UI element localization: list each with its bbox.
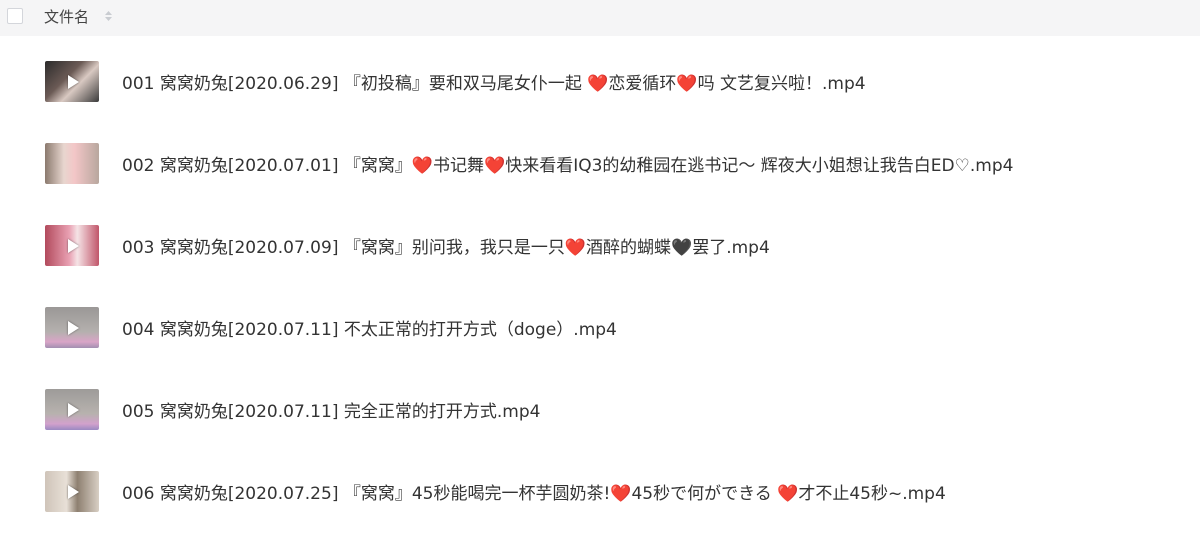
play-icon (68, 484, 79, 499)
column-title-filename[interactable]: 文件名 (44, 7, 89, 27)
video-thumbnail[interactable] (45, 471, 99, 512)
video-thumbnail[interactable] (45, 61, 99, 102)
file-row[interactable]: 002 窝窝奶兔[2020.07.01] 『窝窝』❤️书记舞❤️快来看看IQ3的… (0, 118, 1200, 200)
file-name[interactable]: 005 窝窝奶兔[2020.07.11] 完全正常的打开方式.mp4 (122, 401, 540, 423)
video-thumbnail[interactable] (45, 143, 99, 184)
file-row[interactable]: 003 窝窝奶兔[2020.07.09] 『窝窝』别问我，我只是一只❤️酒醉的蝴… (0, 200, 1200, 282)
file-name[interactable]: 004 窝窝奶兔[2020.07.11] 不太正常的打开方式（doge）.mp4 (122, 319, 617, 341)
file-name[interactable]: 001 窝窝奶兔[2020.06.29] 『初投稿』要和双马尾女仆一起 ❤️恋爱… (122, 73, 866, 95)
file-row[interactable]: 005 窝窝奶兔[2020.07.11] 完全正常的打开方式.mp4 (0, 364, 1200, 446)
play-icon (68, 402, 79, 417)
file-name[interactable]: 002 窝窝奶兔[2020.07.01] 『窝窝』❤️书记舞❤️快来看看IQ3的… (122, 155, 1013, 177)
file-row[interactable]: 001 窝窝奶兔[2020.06.29] 『初投稿』要和双马尾女仆一起 ❤️恋爱… (0, 36, 1200, 118)
table-header: 文件名 (0, 0, 1200, 36)
video-thumbnail[interactable] (45, 225, 99, 266)
play-icon (68, 74, 79, 89)
file-name[interactable]: 003 窝窝奶兔[2020.07.09] 『窝窝』别问我，我只是一只❤️酒醉的蝴… (122, 237, 770, 259)
file-row[interactable]: 004 窝窝奶兔[2020.07.11] 不太正常的打开方式（doge）.mp4 (0, 282, 1200, 364)
select-all-checkbox[interactable] (7, 8, 23, 24)
play-icon (68, 238, 79, 253)
file-row[interactable]: 006 窝窝奶兔[2020.07.25] 『窝窝』45秒能喝完一杯芋圆奶茶!❤️… (0, 446, 1200, 528)
sort-icon[interactable] (104, 8, 113, 24)
video-thumbnail[interactable] (45, 307, 99, 348)
video-thumbnail[interactable] (45, 389, 99, 430)
file-name[interactable]: 006 窝窝奶兔[2020.07.25] 『窝窝』45秒能喝完一杯芋圆奶茶!❤️… (122, 483, 946, 505)
play-icon (68, 320, 79, 335)
